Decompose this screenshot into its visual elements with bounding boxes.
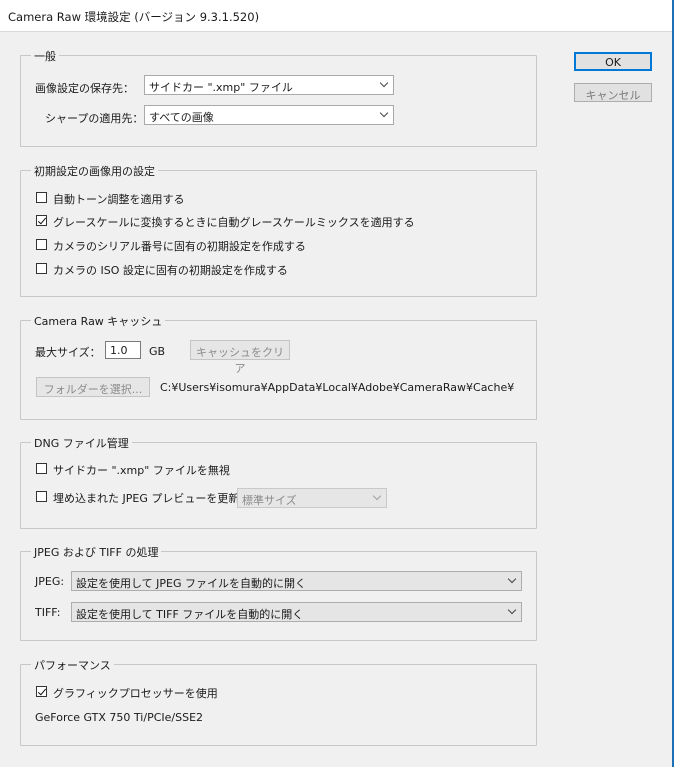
clear-cache-label: キャッシュをクリア [196, 346, 284, 375]
tiff-label: TIFF: [35, 606, 61, 619]
preview-size-value: 標準サイズ [242, 494, 297, 507]
choose-folder-button[interactable]: フォルダーを選択... [36, 377, 150, 397]
chevron-down-icon [379, 78, 389, 88]
save-location-value: サイドカー ".xmp" ファイル [149, 81, 293, 94]
use-gpu-label: グラフィックプロセッサーを使用 [53, 687, 218, 700]
clear-cache-button[interactable]: キャッシュをクリア [190, 340, 290, 375]
jpeg-tiff-group: JPEG および TIFF の処理 JPEG: 設定を使用して JPEG ファイ… [20, 544, 537, 641]
window-title: Camera Raw 環境設定 (バージョン 9.3.1.520) [8, 10, 260, 24]
checkmark-icon [37, 686, 47, 696]
auto-tone-label: 自動トーン調整を適用する [53, 193, 185, 206]
ignore-sidecar-label: サイドカー ".xmp" ファイルを無視 [53, 464, 230, 477]
sharpen-value: すべての画像 [149, 111, 214, 124]
update-preview-checkbox[interactable] [36, 491, 47, 502]
ignore-sidecar-checkbox[interactable] [36, 463, 47, 474]
gpu-name: GeForce GTX 750 Ti/PCIe/SSE2 [35, 711, 204, 724]
default-settings-group: 初期設定の画像用の設定 自動トーン調整を適用する グレースケールに変換するときに… [20, 163, 537, 297]
chevron-down-icon [372, 491, 382, 501]
performance-group: パフォーマンス グラフィックプロセッサーを使用 GeForce GTX 750 … [20, 657, 537, 746]
cache-path: C:¥Users¥isomura¥AppData¥Local¥Adobe¥Cam… [160, 381, 515, 394]
jpeg-handling-select[interactable]: 設定を使用して JPEG ファイルを自動的に開く [71, 571, 522, 591]
max-size-value: 1.0 [110, 344, 128, 357]
jpeg-handling-value: 設定を使用して JPEG ファイルを自動的に開く [76, 577, 307, 590]
dng-group: DNG ファイル管理 サイドカー ".xmp" ファイルを無視 埋め込まれた J… [20, 435, 537, 529]
sharpen-select[interactable]: すべての画像 [144, 105, 394, 125]
auto-tone-checkbox[interactable] [36, 192, 47, 203]
dng-legend: DNG ファイル管理 [31, 435, 132, 451]
preview-size-select[interactable]: 標準サイズ [237, 488, 387, 508]
chevron-down-icon [379, 108, 389, 118]
cache-group: Camera Raw キャッシュ 最大サイズ： 1.0 GB キャッシュをクリア… [20, 313, 537, 420]
choose-folder-label: フォルダーを選択... [43, 383, 143, 396]
grayscale-mix-checkbox[interactable] [36, 215, 47, 226]
serial-defaults-label: カメラのシリアル番号に固有の初期設定を作成する [53, 240, 306, 253]
cancel-button[interactable]: キャンセル [574, 83, 652, 102]
iso-defaults-checkbox[interactable] [36, 263, 47, 274]
jpeg-label: JPEG: [35, 575, 65, 588]
serial-defaults-checkbox[interactable] [36, 239, 47, 250]
save-location-select[interactable]: サイドカー ".xmp" ファイル [144, 75, 394, 95]
use-gpu-checkbox[interactable] [36, 686, 47, 697]
max-size-input[interactable]: 1.0 [105, 341, 141, 359]
save-location-label: 画像設定の保存先： [35, 82, 134, 95]
chevron-down-icon [507, 574, 517, 584]
tiff-handling-select[interactable]: 設定を使用して TIFF ファイルを自動的に開く [71, 602, 522, 622]
general-group: 一般 画像設定の保存先： サイドカー ".xmp" ファイル シャープの適用先：… [20, 48, 537, 147]
default-settings-legend: 初期設定の画像用の設定 [31, 163, 158, 179]
checkmark-icon [37, 215, 47, 225]
title-bar: Camera Raw 環境設定 (バージョン 9.3.1.520) [0, 0, 674, 32]
size-unit: GB [149, 345, 166, 358]
sharpen-label: シャープの適用先： [45, 112, 144, 125]
grayscale-mix-label: グレースケールに変換するときに自動グレースケールミックスを適用する [53, 216, 415, 229]
ok-button-label: OK [605, 56, 621, 69]
iso-defaults-label: カメラの ISO 設定に固有の初期設定を作成する [53, 264, 288, 277]
cache-legend: Camera Raw キャッシュ [31, 313, 166, 329]
ok-button[interactable]: OK [574, 52, 652, 71]
cancel-button-label: キャンセル [585, 89, 641, 102]
jpeg-tiff-legend: JPEG および TIFF の処理 [31, 544, 162, 560]
performance-legend: パフォーマンス [31, 657, 114, 673]
chevron-down-icon [507, 605, 517, 615]
max-size-label: 最大サイズ： [35, 346, 101, 359]
tiff-handling-value: 設定を使用して TIFF ファイルを自動的に開く [76, 608, 304, 621]
update-preview-label: 埋め込まれた JPEG プレビューを更新： [53, 492, 251, 505]
general-legend: 一般 [31, 48, 59, 64]
